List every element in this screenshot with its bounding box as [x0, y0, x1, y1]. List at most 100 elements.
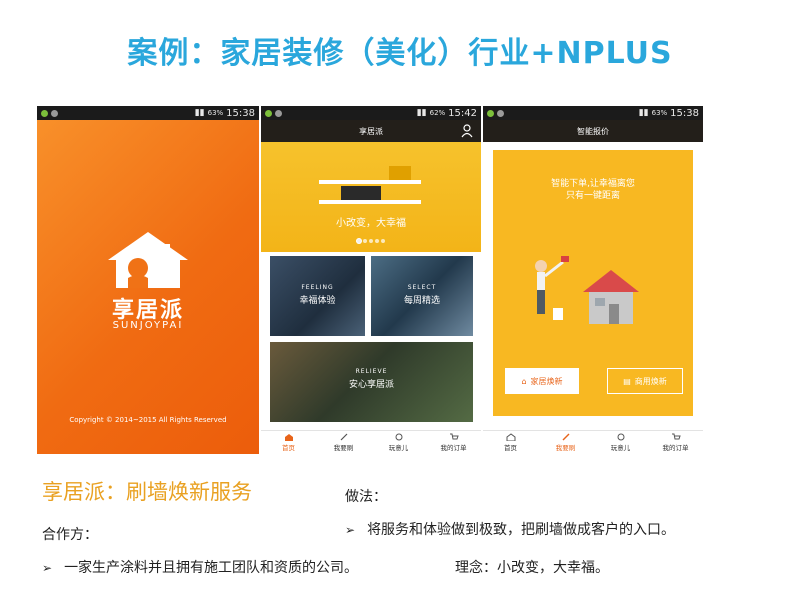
- carousel-dot[interactable]: [375, 239, 379, 243]
- app-icon: [41, 109, 48, 117]
- search-icon: [275, 109, 282, 117]
- tile-feeling[interactable]: FEELING 幸福体验: [270, 256, 365, 336]
- app-bar: 享居派: [261, 120, 481, 142]
- tab-label: 我的订单: [440, 444, 467, 452]
- carousel-dot[interactable]: [363, 239, 367, 243]
- carousel-dot[interactable]: [381, 239, 385, 243]
- cart-icon: [449, 433, 459, 440]
- status-bar: ▮▮ 62% 15:42: [261, 106, 481, 120]
- app-title: 智能报价: [577, 126, 609, 136]
- shelf-illustration: [319, 200, 421, 204]
- tile-name: 安心享居派: [348, 380, 394, 390]
- tab-label: 我要刷: [333, 444, 354, 452]
- tab-gadgets[interactable]: 玩意儿: [593, 431, 648, 454]
- section-separator: ：: [105, 480, 126, 504]
- brand-name-en: SUNJOYPAI: [112, 320, 184, 331]
- gadget-icon: [617, 433, 624, 441]
- user-icon[interactable]: [461, 124, 473, 138]
- quote-card: 智能下单,让幸福离您 只有一键距离 ⌂ 家居焕新 ▤ 商用焕新: [493, 150, 693, 416]
- tab-home[interactable]: 首页: [483, 431, 538, 454]
- shelf-items: [389, 166, 411, 180]
- method-bullet: ➢ 将服务和体验做到极致，把刷墙做成客户的入口。: [345, 519, 675, 539]
- tab-label: 我要刷: [555, 444, 576, 452]
- battery-level: 62%: [429, 109, 446, 117]
- painter-house-illustration: [535, 256, 639, 324]
- tab-orders[interactable]: 我的订单: [426, 431, 481, 454]
- tab-gadgets[interactable]: 玩意儿: [371, 431, 426, 454]
- carousel-dot[interactable]: [369, 239, 373, 243]
- tab-label: 玩意儿: [610, 444, 631, 452]
- search-icon: [51, 109, 58, 117]
- section-service: 刷墙焕新服务: [126, 480, 252, 504]
- home-icon: [284, 434, 293, 441]
- bullet-arrow-icon: ➢: [345, 523, 356, 537]
- app-icon: [265, 109, 272, 117]
- signal-icon: ▮▮: [638, 108, 649, 118]
- status-time: 15:38: [670, 107, 699, 119]
- section-title: 享居派：刷墙焕新服务: [42, 476, 252, 506]
- tile-tag: SELECT: [407, 284, 437, 291]
- tile-name: 每周精选: [403, 296, 440, 306]
- cart-icon: [671, 433, 681, 440]
- brush-icon: [340, 433, 347, 441]
- tab-label: 首页: [504, 444, 517, 452]
- status-time: 15:38: [226, 107, 255, 119]
- home-banner[interactable]: 小改变，大幸福: [261, 142, 481, 252]
- tab-label: 玩意儿: [388, 444, 409, 452]
- button-label: 家居焕新: [530, 376, 563, 386]
- shelf-illustration: [319, 180, 421, 184]
- tab-brush[interactable]: 我要刷: [316, 431, 371, 454]
- signal-icon: ▮▮: [194, 108, 205, 118]
- method-description: 将服务和体验做到极致，把刷墙做成客户的入口。: [367, 522, 676, 538]
- house-icon: ⌂: [521, 376, 527, 386]
- app-bar: 智能报价: [483, 120, 703, 142]
- building-icon: ▤: [623, 376, 631, 386]
- battery-level: 63%: [207, 109, 224, 117]
- carousel-dot[interactable]: [357, 239, 361, 243]
- tab-brush[interactable]: 我要刷: [538, 431, 593, 454]
- commercial-renovation-button[interactable]: ▤ 商用焕新: [607, 368, 683, 394]
- card-subline: 只有一键距离: [565, 191, 620, 201]
- tile-relieve[interactable]: RELIEVE 安心享居派: [270, 342, 473, 422]
- bullet-arrow-icon: ➢: [42, 561, 53, 575]
- home-renovation-button[interactable]: ⌂ 家居焕新: [505, 368, 579, 394]
- status-bar: ▮▮ 63% 15:38: [37, 106, 259, 120]
- tile-select[interactable]: SELECT 每周精选: [371, 256, 473, 336]
- home-icon: [506, 433, 515, 441]
- battery-level: 63%: [651, 109, 668, 117]
- tile-name: 幸福体验: [299, 296, 336, 306]
- app-icon: [487, 109, 494, 117]
- button-label: 商用焕新: [634, 376, 667, 386]
- tab-orders[interactable]: 我的订单: [648, 431, 703, 454]
- tile-tag: RELIEVE: [355, 368, 388, 375]
- carousel-dots[interactable]: [261, 239, 481, 243]
- app-title: 享居派: [359, 126, 383, 136]
- phone-home: ▮▮ 62% 15:42 享居派 小改变，大幸福 FEELING 幸福体验 SE…: [261, 106, 481, 454]
- search-icon: [497, 109, 504, 117]
- bottom-tab-bar: 首页 我要刷 玩意儿 我的订单: [483, 430, 703, 454]
- tab-label: 首页: [282, 444, 295, 452]
- bottom-tab-bar: 首页 我要刷 玩意儿 我的订单: [261, 430, 481, 454]
- splash-screen: 享居派 SUNJOYPAI Copyright © 2014~2015 All …: [37, 120, 259, 454]
- partner-label: 合作方：: [42, 527, 98, 543]
- slide-title: 案例：家居装修（美化）行业+NPLUS: [127, 36, 673, 71]
- partner-bullet: ➢ 一家生产涂料并且拥有施工团队和资质的公司。: [42, 557, 358, 577]
- tile-tag: FEELING: [301, 284, 334, 291]
- gadget-icon: [395, 433, 402, 441]
- tab-label: 我的订单: [662, 444, 689, 452]
- section-brand: 享居派: [42, 480, 105, 504]
- method-label: 做法：: [345, 489, 387, 505]
- banner-slogan: 小改变，大幸福: [336, 218, 406, 229]
- partner-description: 一家生产涂料并且拥有施工团队和资质的公司。: [64, 560, 359, 576]
- copyright-text: Copyright © 2014~2015 All Rights Reserve…: [69, 416, 227, 424]
- status-bar: ▮▮ 63% 15:38: [483, 106, 703, 120]
- tab-home[interactable]: 首页: [261, 431, 316, 454]
- phone-screenshots: ▮▮ 63% 15:38 享居派 SUNJOYPAI Copyright © 2…: [37, 106, 703, 454]
- phone-quote: ▮▮ 63% 15:38 智能报价 智能下单,让幸福离您 只有一键距离 ⌂ 家居…: [483, 106, 703, 454]
- status-time: 15:42: [448, 107, 477, 119]
- house-logo-icon: [108, 232, 188, 288]
- brush-icon: [562, 433, 569, 441]
- shelf-items: [341, 186, 381, 200]
- concept-text: 理念：小改变，大幸福。: [455, 560, 609, 576]
- signal-icon: ▮▮: [416, 108, 427, 118]
